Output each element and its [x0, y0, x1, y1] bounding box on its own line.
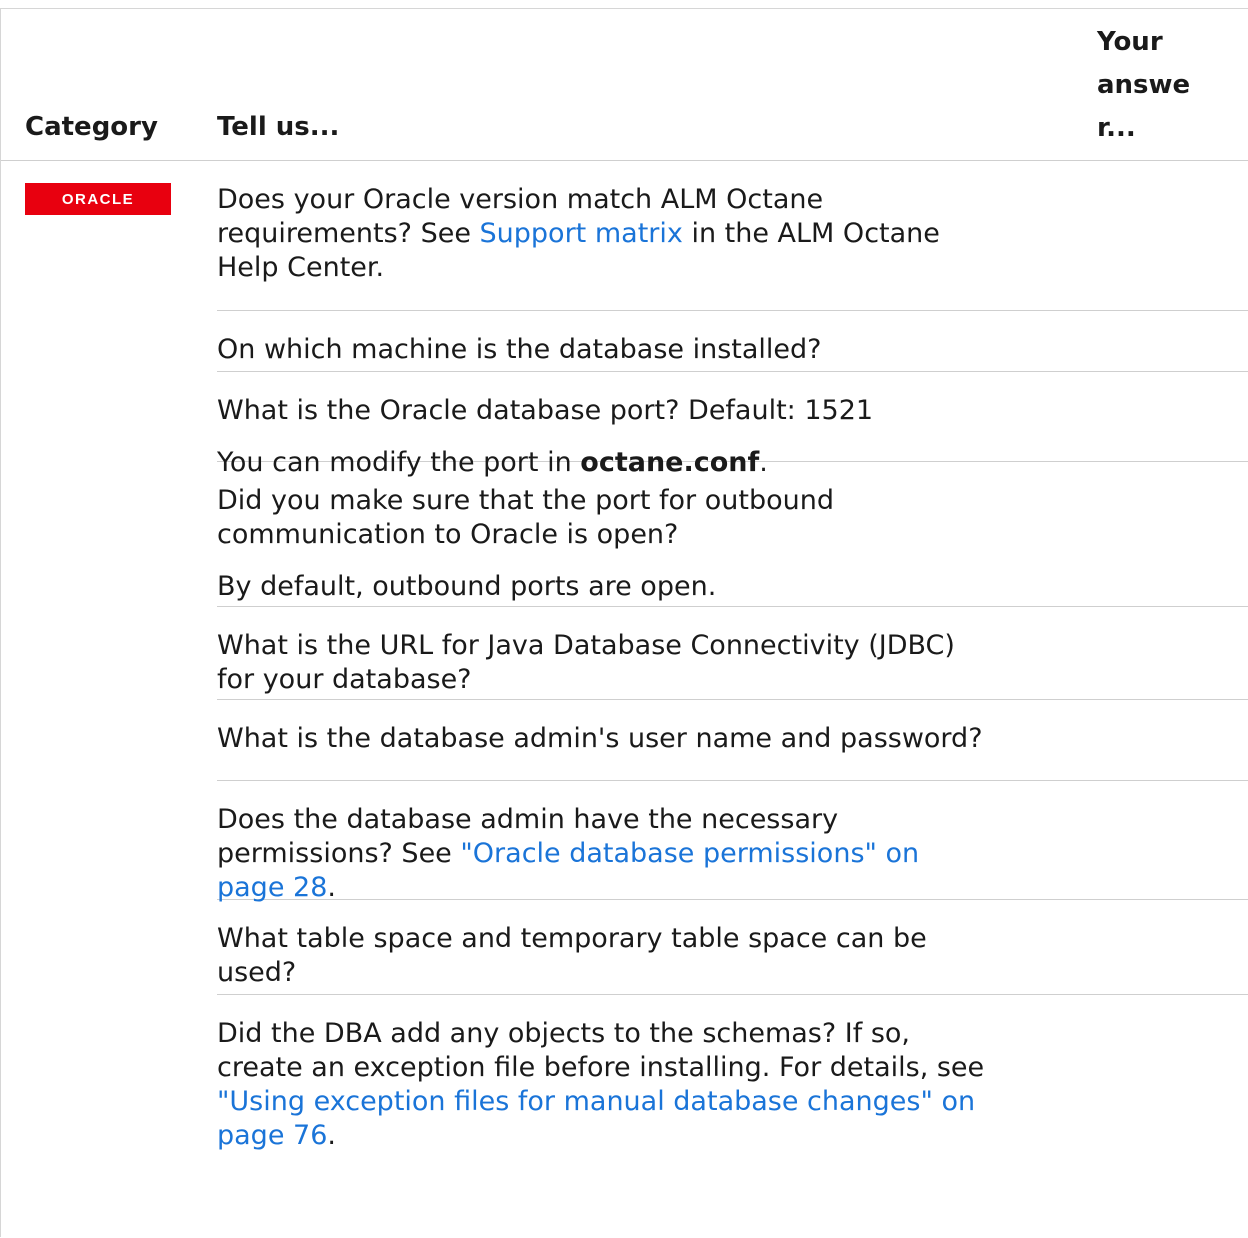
header-category: Category [25, 112, 158, 142]
row-question: What is the URL for Java Database Connec… [217, 629, 1077, 697]
text-line: By default, outbound ports are open. [217, 571, 717, 602]
doc-link[interactable]: "Using exception files for manual databa… [217, 1086, 975, 1117]
table-header: Category Tell us... Your answe r... [1, 9, 1248, 161]
header-your-answer: Your answe r... [1097, 27, 1191, 143]
table-row: Did the DBA add any objects to the schem… [217, 995, 1248, 1238]
text-line: communication to Oracle is open? [217, 519, 679, 550]
row-question: What is the database admin's user name a… [217, 722, 1077, 756]
doc-link[interactable]: page 76 [217, 1120, 327, 1151]
row-question: Did you make sure that the port for outb… [217, 484, 1077, 552]
text-line: for your database? [217, 664, 472, 695]
text-line: used? [217, 957, 297, 988]
table-row: What is the URL for Java Database Connec… [217, 607, 1248, 700]
text-line: requirements? See Support matrix in the … [217, 218, 940, 249]
doc-link[interactable]: page 28 [217, 872, 327, 903]
text-line: What table space and temporary table spa… [217, 923, 927, 954]
text-line: permissions? See "Oracle database permis… [217, 838, 920, 869]
row-question: Did the DBA add any objects to the schem… [217, 1017, 1077, 1153]
text-line: Did the DBA add any objects to the schem… [217, 1018, 911, 1049]
text-line: What is the URL for Java Database Connec… [217, 630, 955, 661]
row-question: On which machine is the database install… [217, 333, 1077, 367]
text-line: "Using exception files for manual databa… [217, 1085, 1077, 1119]
text-line: On which machine is the database install… [217, 334, 822, 365]
text-line: Does your Oracle version match ALM Octan… [217, 184, 824, 215]
doc-link[interactable]: "Oracle database permissions" on [460, 838, 919, 869]
requirements-table: Category Tell us... Your answe r... ORAC… [0, 8, 1248, 1237]
row-note: By default, outbound ports are open. [217, 570, 1077, 604]
header-tell-us: Tell us... [217, 112, 340, 142]
text-line: Did you make sure that the port for outb… [217, 485, 834, 516]
text-line: Help Center. [217, 252, 385, 283]
row-question: Does the database admin have the necessa… [217, 803, 1077, 905]
table-row: What is the Oracle database port? Defaul… [217, 372, 1248, 478]
table-row: What table space and temporary table spa… [217, 900, 1248, 995]
text-line: What is the database admin's user name a… [217, 723, 983, 754]
text-line: What is the Oracle database port? Defaul… [217, 395, 874, 426]
text-line: page 76. [217, 1120, 336, 1151]
table-row: On which machine is the database install… [217, 311, 1248, 372]
table-row: Does the database admin have the necessa… [217, 781, 1248, 903]
row-question: What is the Oracle database port? Defaul… [217, 394, 1077, 428]
oracle-logo: ORACLE [25, 183, 171, 215]
table-row: What is the database admin's user name a… [217, 700, 1248, 781]
doc-link[interactable]: Support matrix [480, 218, 683, 249]
row-question: What table space and temporary table spa… [217, 922, 1077, 990]
text-line: Does the database admin have the necessa… [217, 804, 839, 835]
table-row: Did you make sure that the port for outb… [217, 462, 1248, 607]
row-question: Does your Oracle version match ALM Octan… [217, 183, 1077, 285]
text-line: create an exception file before installi… [217, 1052, 985, 1083]
table-row: Does your Oracle version match ALM Octan… [217, 161, 1248, 311]
